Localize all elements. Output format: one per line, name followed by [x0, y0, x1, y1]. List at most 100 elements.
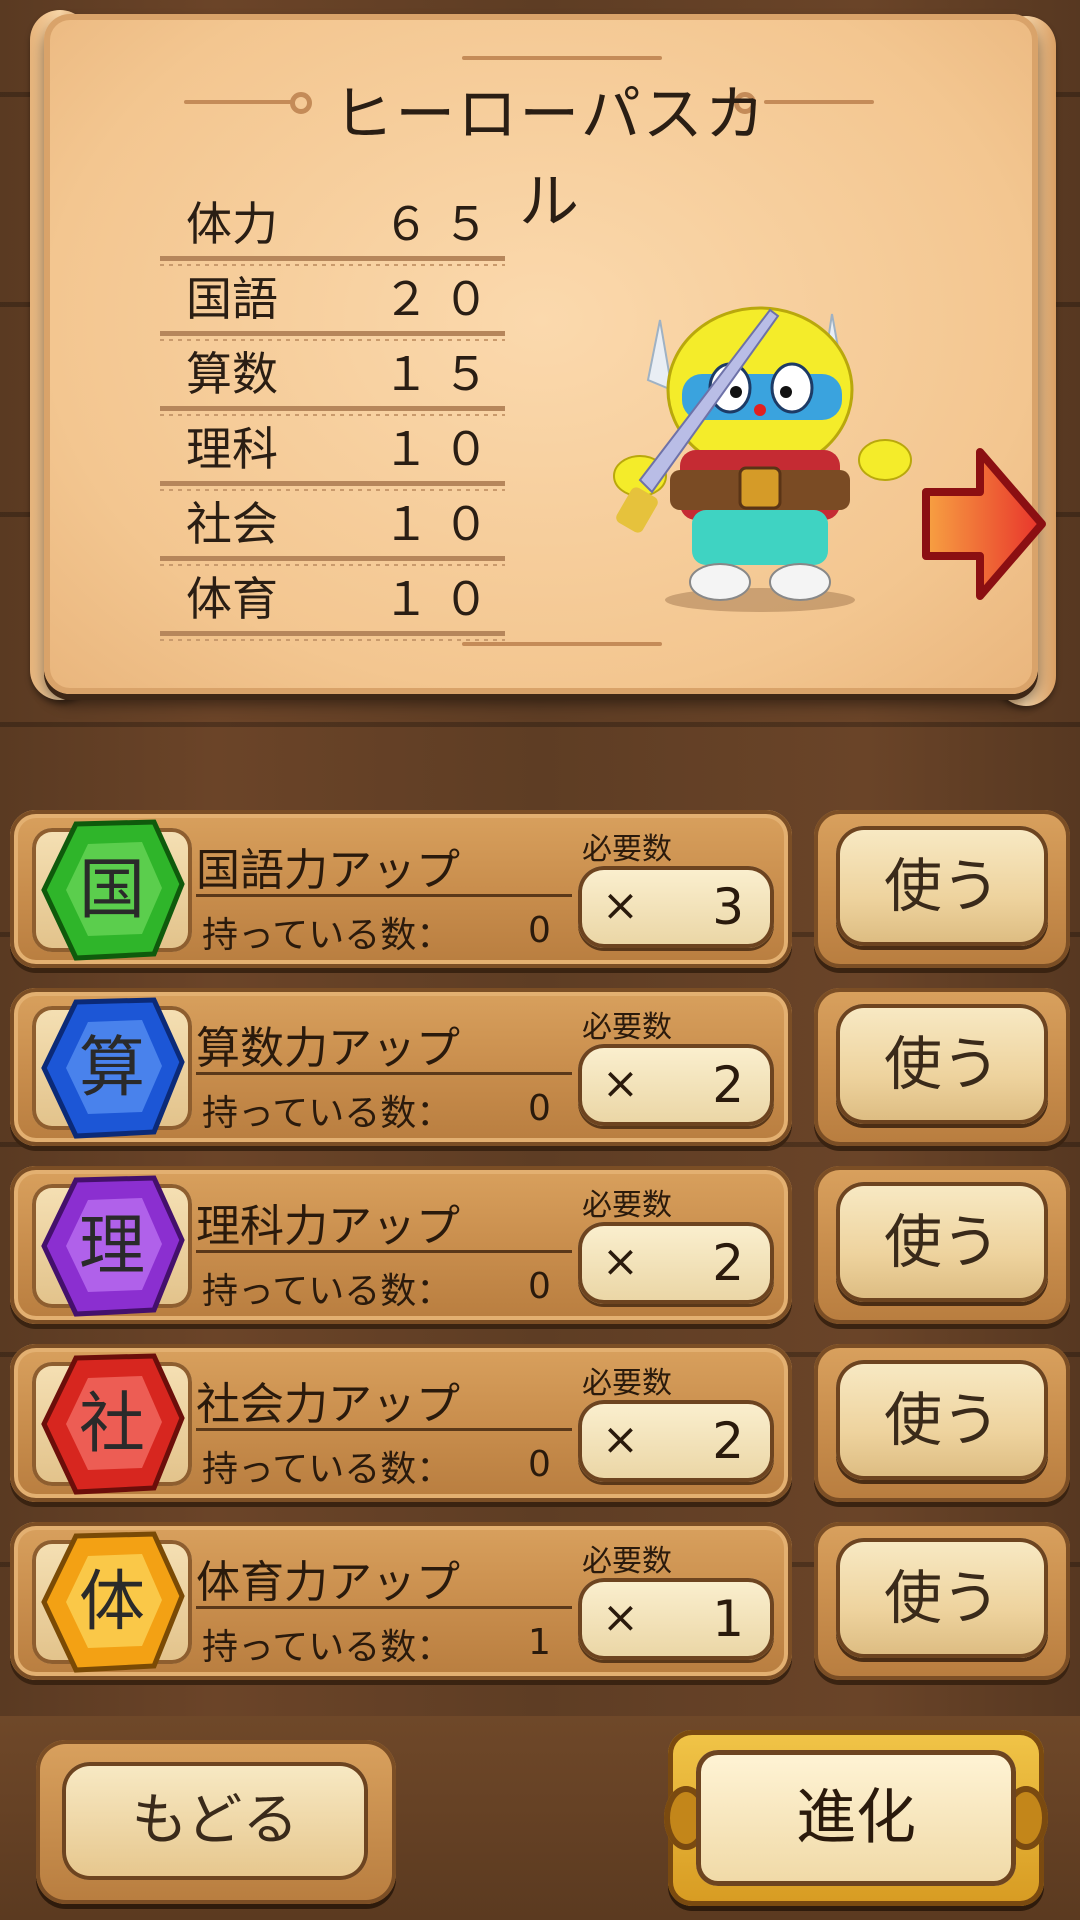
owned-label: 持っている数：	[202, 1271, 453, 1312]
stat-value: ６５	[383, 197, 503, 251]
item-name: 理科力アップ	[196, 1201, 460, 1252]
stat-row-stamina: 体力 ６５	[160, 186, 505, 266]
owned-value: 1	[528, 1622, 551, 1663]
svg-text:理: 理	[79, 1207, 145, 1284]
multiply-sign: ×	[602, 1414, 639, 1465]
required-count: 3	[712, 878, 744, 936]
bottom-ornament	[462, 642, 662, 646]
stats-list: 体力 ６５ 国語 ２０ 算数 １５ 理科 １０ 社会 １０ 体育 １０	[160, 186, 505, 641]
required-label: 必要数	[582, 832, 672, 867]
stat-row-social: 社会 １０	[160, 486, 505, 566]
stat-row-science: 理科 １０	[160, 411, 505, 491]
title-ornament-left	[184, 100, 294, 104]
stat-value: ２０	[383, 272, 503, 326]
evolve-button[interactable]: 進化	[696, 1750, 1016, 1886]
owned-label: 持っている数：	[202, 1449, 453, 1490]
owned-value: 0	[528, 910, 551, 951]
owned-value: 0	[528, 1444, 551, 1485]
required-label: 必要数	[582, 1188, 672, 1223]
item-panel: 理 理科力アップ 持っている数： 0 必要数 × 2	[10, 1166, 792, 1324]
svg-text:社: 社	[79, 1385, 145, 1462]
item-panel: 算 算数力アップ 持っている数： 0 必要数 × 2	[10, 988, 792, 1146]
item-name: 国語力アップ	[196, 845, 460, 896]
use-button[interactable]: 使う	[836, 826, 1048, 946]
required-count: 1	[712, 1590, 744, 1648]
evolve-button-frame: 進化	[664, 1730, 1048, 1906]
required-label: 必要数	[582, 1010, 672, 1045]
required-label: 必要数	[582, 1544, 672, 1579]
owned-value: 0	[528, 1266, 551, 1307]
stat-label: 社会	[186, 497, 278, 551]
required-count: 2	[712, 1234, 744, 1292]
stat-label: 国語	[186, 272, 278, 326]
owned-label: 持っている数：	[202, 915, 453, 956]
use-button[interactable]: 使う	[836, 1182, 1048, 1302]
required-label: 必要数	[582, 1366, 672, 1401]
stat-label: 理科	[186, 422, 278, 476]
use-button-frame: 使う	[814, 810, 1070, 968]
required-count: 2	[712, 1412, 744, 1470]
item-divider	[196, 1606, 572, 1609]
required-box: × 2	[578, 1400, 774, 1482]
stat-value: １０	[383, 422, 503, 476]
svg-text:体: 体	[79, 1563, 145, 1640]
stat-label: 算数	[186, 347, 278, 401]
item-panel: 社 社会力アップ 持っている数： 0 必要数 × 2	[10, 1344, 792, 1502]
item-divider	[196, 1072, 572, 1075]
use-button[interactable]: 使う	[836, 1538, 1048, 1658]
science-gem-icon: 理	[41, 1175, 185, 1317]
item-panel: 体 体育力アップ 持っている数： 1 必要数 × 1	[10, 1522, 792, 1680]
use-button-frame: 使う	[814, 1166, 1070, 1324]
owned-label: 持っている数：	[202, 1093, 453, 1134]
svg-text:国: 国	[79, 851, 145, 928]
use-button[interactable]: 使う	[836, 1004, 1048, 1124]
item-name: 体育力アップ	[196, 1557, 460, 1608]
multiply-sign: ×	[602, 880, 639, 931]
item-row-social: 社 社会力アップ 持っている数： 0 必要数 × 2 使う	[10, 1344, 1070, 1508]
item-row-pe: 体 体育力アップ 持っている数： 1 必要数 × 1 使う	[10, 1522, 1070, 1686]
item-name: 社会力アップ	[196, 1379, 460, 1430]
item-row-math: 算 算数力アップ 持っている数： 0 必要数 × 2 使う	[10, 988, 1070, 1152]
top-ornament	[462, 56, 662, 60]
required-box: × 1	[578, 1578, 774, 1660]
owned-label: 持っている数：	[202, 1627, 453, 1668]
stat-label: 体力	[186, 197, 278, 251]
owned-value: 0	[528, 1088, 551, 1129]
stat-row-pe: 体育 １０	[160, 561, 505, 641]
math-gem-icon: 算	[41, 997, 185, 1139]
item-panel: 国 国語力アップ 持っている数： 0 必要数 × 3	[10, 810, 792, 968]
back-button-frame: もどる	[36, 1740, 396, 1904]
multiply-sign: ×	[602, 1058, 639, 1109]
stat-label: 体育	[186, 572, 278, 626]
japanese-gem-icon: 国	[41, 819, 185, 961]
use-button-frame: 使う	[814, 1344, 1070, 1502]
stat-row-math: 算数 １５	[160, 336, 505, 416]
stat-value: １０	[383, 497, 503, 551]
pe-gem-icon: 体	[41, 1531, 185, 1673]
item-row-science: 理 理科力アップ 持っている数： 0 必要数 × 2 使う	[10, 1166, 1070, 1330]
svg-text:算: 算	[79, 1029, 145, 1106]
item-divider	[196, 894, 572, 897]
title-ornament-right	[764, 100, 874, 104]
social-gem-icon: 社	[41, 1353, 185, 1495]
required-box: × 3	[578, 866, 774, 948]
multiply-sign: ×	[602, 1236, 639, 1287]
use-button-frame: 使う	[814, 988, 1070, 1146]
required-box: × 2	[578, 1044, 774, 1126]
back-button[interactable]: もどる	[62, 1762, 368, 1880]
item-row-japanese: 国 国語力アップ 持っている数： 0 必要数 × 3 使う	[10, 810, 1070, 974]
item-divider	[196, 1250, 572, 1253]
title-ornament-left-dot	[290, 92, 312, 114]
use-button[interactable]: 使う	[836, 1360, 1048, 1480]
stat-value: １０	[383, 572, 503, 626]
stat-row-japanese: 国語 ２０	[160, 261, 505, 341]
required-box: × 2	[578, 1222, 774, 1304]
stat-value: １５	[383, 347, 503, 401]
required-count: 2	[712, 1056, 744, 1114]
item-divider	[196, 1428, 572, 1431]
right-arrow-icon[interactable]	[918, 444, 1048, 604]
hero-character-image	[613, 306, 912, 612]
multiply-sign: ×	[602, 1592, 639, 1643]
item-name: 算数力アップ	[196, 1023, 460, 1074]
use-button-frame: 使う	[814, 1522, 1070, 1680]
